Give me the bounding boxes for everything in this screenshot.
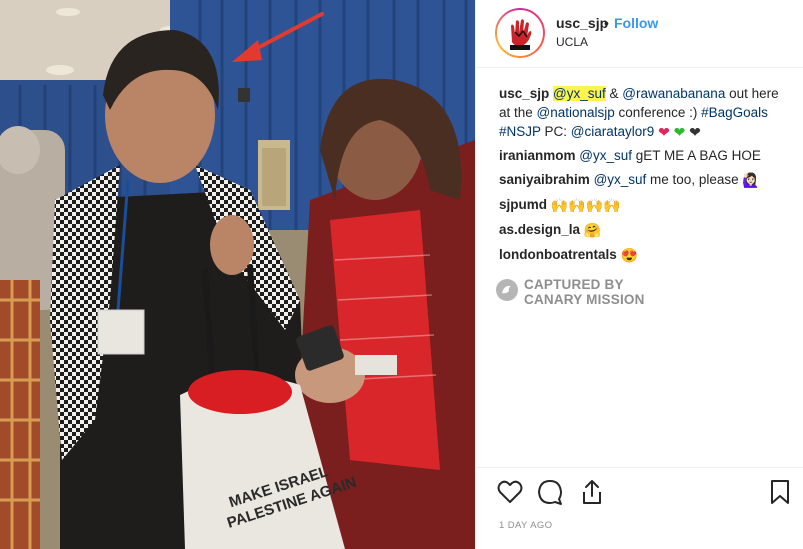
comment-text: gET ME A BAG HOE	[632, 148, 761, 163]
caption-author[interactable]: usc_sjp	[499, 86, 549, 101]
watermark-line1: CAPTURED BY	[524, 277, 624, 292]
post-sidebar: usc_sjp • Follow UCLA usc_sjp @yx_suf & …	[475, 0, 803, 549]
post-timestamp[interactable]: 1 DAY AGO	[499, 520, 552, 531]
share-icon[interactable]	[578, 478, 606, 506]
green-heart-icon: ❤	[673, 124, 686, 140]
raising-hand-emoji: 🙋🏻‍♀️	[742, 172, 760, 188]
comment-author[interactable]: as.design_la	[499, 222, 580, 237]
action-bar	[496, 478, 796, 506]
caption-text: conference :)	[614, 105, 702, 120]
black-heart-icon: ❤	[689, 124, 701, 140]
photo-scene: MAKE ISRAEL PALESTINE AGAIN	[0, 0, 475, 549]
comment-item: saniyaibrahim @yx_suf me too, please 🙋🏻‍…	[499, 170, 791, 190]
separator-dot: •	[604, 15, 609, 31]
hand-logo-icon	[500, 13, 540, 53]
comment-author[interactable]: sjpumd	[499, 197, 547, 212]
comment-author[interactable]: londonboatrentals	[499, 247, 617, 262]
avatar[interactable]	[495, 8, 545, 58]
comment-item: sjpumd 🙌🙌🙌🙌	[499, 195, 791, 215]
comment-text: me too, please	[646, 172, 743, 187]
comment-item: iranianmom @yx_suf gET ME A BAG HOE	[499, 146, 791, 165]
caption-text: PC:	[540, 124, 571, 139]
mention-link[interactable]: @yx_suf	[553, 86, 606, 101]
post-photo[interactable]: MAKE ISRAEL PALESTINE AGAIN	[0, 0, 475, 549]
follow-button[interactable]: Follow	[614, 15, 658, 31]
mention-link[interactable]: @yx_suf	[594, 172, 647, 187]
comment-author[interactable]: iranianmom	[499, 148, 576, 163]
mention-link[interactable]: @yx_suf	[579, 148, 632, 163]
mention-link[interactable]: @rawanabanana	[622, 86, 725, 101]
comment-item: londonboatrentals 😍	[499, 245, 791, 265]
caption: usc_sjp @yx_suf & @rawanabanana out here…	[499, 84, 791, 141]
canary-logo-icon	[496, 279, 518, 301]
captured-by-watermark: CAPTURED BY CANARY MISSION	[496, 277, 696, 307]
post-location[interactable]: UCLA	[556, 35, 588, 49]
hashtag-link[interactable]: #BagGoals	[701, 105, 768, 120]
post-author[interactable]: usc_sjp	[556, 15, 608, 31]
divider	[476, 467, 803, 468]
hugging-face-emoji: 🤗	[583, 222, 602, 238]
watermark-line2: CANARY MISSION	[524, 292, 645, 307]
mention-link[interactable]: @nationalsjp	[537, 105, 615, 120]
heart-icon[interactable]	[496, 478, 524, 506]
red-heart-icon: ❤	[658, 124, 670, 140]
bookmark-icon[interactable]	[766, 478, 794, 506]
post-header: usc_sjp • Follow UCLA	[476, 0, 803, 68]
comment-item: as.design_la 🤗	[499, 220, 791, 240]
comment-author[interactable]: saniyaibrahim	[499, 172, 590, 187]
mention-link[interactable]: @ciarataylor9	[571, 124, 655, 139]
heart-eyes-emoji: 😍	[620, 247, 638, 263]
hashtag-link[interactable]: #NSJP	[499, 124, 541, 139]
caption-text: &	[605, 86, 623, 101]
comment-icon[interactable]	[536, 478, 564, 506]
raised-hands-emoji: 🙌🙌🙌🙌	[550, 197, 621, 213]
comments-list: usc_sjp @yx_suf & @rawanabanana out here…	[499, 84, 791, 270]
